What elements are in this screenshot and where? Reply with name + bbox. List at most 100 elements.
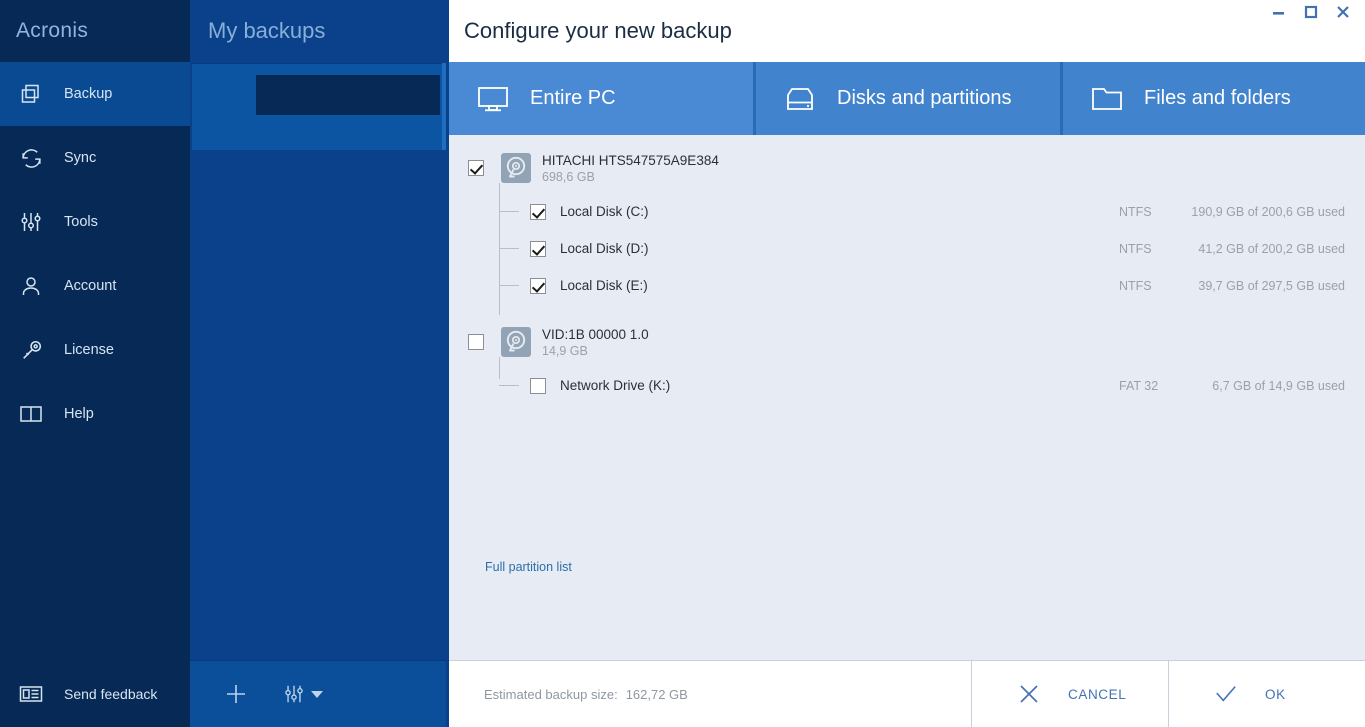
tools-icon [14,207,48,237]
partition-usage: 190,9 GB of 200,6 GB used [1191,204,1345,219]
brand-name: Acronis [16,19,89,42]
folder-icon [1086,81,1128,117]
tree-line-horizontal [499,211,519,212]
backup-list-item[interactable] [192,63,446,150]
tab-separator [1060,62,1063,135]
close-icon[interactable] [1327,1,1359,23]
disk-group: VID:1B 00000 1.0 14,9 GB Network Drive (… [446,317,1365,404]
feedback-card-icon [14,679,48,709]
backup-item-thumbnail [256,75,440,115]
partition-name: Network Drive (K:) [560,378,671,393]
sidebar-nav: Backup Sync Tools Account License Help [0,62,190,660]
disk-tree: HITACHI HTS547575A9E384 698,6 GB Local D… [446,135,1365,404]
disk-name: VID:1B 00000 1.0 [542,326,649,342]
cancel-button[interactable]: CANCEL [971,661,1168,727]
partition-name: Local Disk (E:) [560,278,648,293]
partition-usage: 39,7 GB of 297,5 GB used [1198,278,1345,293]
estimated-size-value: 162,72 GB [625,686,688,702]
partition-checkbox[interactable] [530,277,546,294]
full-partition-list-link[interactable]: Full partition list [485,560,572,574]
disk-checkbox[interactable] [468,334,484,350]
partition-row[interactable]: Local Disk (D:) NTFS 41,2 GB of 200,2 GB… [446,230,1365,267]
page-title: Configure your new backup [464,18,732,43]
partition-checkbox[interactable] [530,377,546,394]
sidebar-item-label: Sync [64,149,97,166]
partition-name: Local Disk (C:) [560,204,649,219]
backup-icon [14,79,48,109]
tab-entire-pc[interactable]: Entire PC [446,62,753,135]
disk-info: HITACHI HTS547575A9E384 698,6 GB [542,152,719,185]
tab-label: Entire PC [530,87,616,109]
dialog-left-edge [446,0,449,727]
sidebar-item-help[interactable]: Help [0,382,190,446]
send-feedback-label: Send feedback [64,685,158,702]
backup-list-toolbar [190,660,446,727]
sliders-icon [283,683,305,705]
backup-list-header: My backups [190,0,446,62]
backup-list-panel: My backups [190,0,446,727]
tree-line-horizontal [499,385,519,386]
send-feedback-button[interactable]: Send feedback [0,660,190,727]
plus-icon [223,681,249,707]
configure-backup-dialog: Configure your new backup Entire PC Disk… [446,0,1365,727]
disk-row[interactable]: VID:1B 00000 1.0 14,9 GB [446,317,1365,367]
tab-separator [753,62,756,135]
partition-checkbox[interactable] [530,203,546,220]
dialog-titlebar: Configure your new backup [446,0,1365,62]
sidebar-item-tools[interactable]: Tools [0,190,190,254]
sidebar-item-account[interactable]: Account [0,254,190,318]
backup-list-body [190,62,446,660]
source-type-tabs: Entire PC Disks and partitions Files and… [446,62,1365,135]
license-key-icon [14,335,48,365]
estimated-size-label: Estimated backup size: [484,686,618,702]
hard-disk-icon [501,327,531,357]
tree-line-horizontal [499,248,519,249]
disk-size: 14,9 GB [542,343,588,358]
partition-usage: 6,7 GB of 14,9 GB used [1212,378,1345,393]
disk-checkbox[interactable] [468,160,484,176]
account-icon [14,271,48,301]
disk-row[interactable]: HITACHI HTS547575A9E384 698,6 GB [446,143,1365,193]
sidebar-item-label: Backup [64,85,113,102]
disk-name: HITACHI HTS547575A9E384 [542,152,719,168]
help-book-icon [14,399,48,429]
disk-group: HITACHI HTS547575A9E384 698,6 GB Local D… [446,143,1365,315]
disk-size: 698,6 GB [542,169,595,184]
partition-row[interactable]: Local Disk (E:) NTFS 39,7 GB of 297,5 GB… [446,267,1365,304]
tab-disks-and-partitions[interactable]: Disks and partitions [753,62,1060,135]
add-backup-button[interactable] [206,670,266,718]
tree-line-horizontal [499,285,519,286]
partition-checkbox[interactable] [530,240,546,257]
minimize-icon[interactable] [1263,1,1295,23]
monitor-icon [472,81,514,117]
partition-row[interactable]: Network Drive (K:) FAT 32 6,7 GB of 14,9… [446,367,1365,404]
sidebar-item-sync[interactable]: Sync [0,126,190,190]
tab-label: Files and folders [1144,87,1291,109]
ok-button[interactable]: OK [1168,661,1365,727]
sidebar-item-label: Account [64,277,117,294]
backup-options-button[interactable] [266,670,340,718]
check-icon [1215,683,1237,705]
x-icon [1018,683,1040,705]
disk-icon [779,81,821,117]
maximize-icon[interactable] [1295,1,1327,23]
dialog-footer: Estimated backup size: 162,72 GB CANCEL … [446,660,1365,727]
caret-down-icon [311,690,323,698]
backup-list-title: My backups [208,18,326,43]
partition-filesystem: FAT 32 [1119,378,1159,393]
partition-filesystem: NTFS [1119,278,1152,293]
sync-icon [14,143,48,173]
acronis-true-image-window: Acronis Backup Sync Tools Account Licens… [0,0,1365,727]
sidebar-item-label: Help [64,405,94,422]
partition-filesystem: NTFS [1119,204,1152,219]
ok-label: OK [1265,686,1286,702]
tab-files-and-folders[interactable]: Files and folders [1060,62,1365,135]
sidebar-item-backup[interactable]: Backup [0,62,190,126]
cancel-label: CANCEL [1068,686,1127,702]
brand-header: Acronis [0,0,190,62]
sidebar-item-license[interactable]: License [0,318,190,382]
partition-row[interactable]: Local Disk (C:) NTFS 190,9 GB of 200,6 G… [446,193,1365,230]
tab-label: Disks and partitions [837,87,1012,109]
sidebar-item-label: License [64,341,114,358]
disk-info: VID:1B 00000 1.0 14,9 GB [542,326,649,359]
